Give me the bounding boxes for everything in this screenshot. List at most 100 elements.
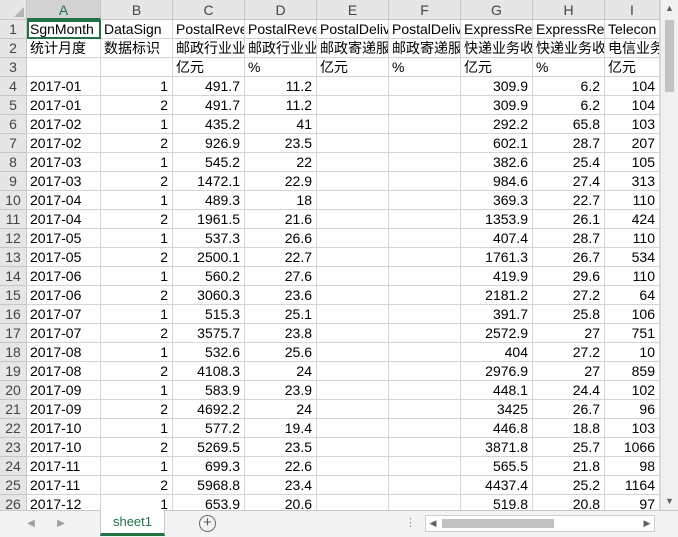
cell-h23[interactable]: 25.7: [533, 438, 605, 457]
cell-e12[interactable]: [317, 229, 389, 248]
cell-c8[interactable]: 545.2: [173, 153, 245, 172]
cell-a10[interactable]: 2017-04: [27, 191, 101, 210]
row-header[interactable]: 26: [0, 495, 27, 510]
cell-e6[interactable]: [317, 115, 389, 134]
cell-c20[interactable]: 583.9: [173, 381, 245, 400]
cell-g17[interactable]: 2572.9: [461, 324, 533, 343]
cell-b16[interactable]: 1: [101, 305, 173, 324]
cell-c26[interactable]: 653.9: [173, 495, 245, 510]
cell-a1[interactable]: SgnMonth: [27, 20, 101, 39]
cell-h1[interactable]: ExpressRev: [533, 20, 605, 39]
column-header-g[interactable]: G: [461, 0, 533, 20]
cell-f20[interactable]: [389, 381, 461, 400]
cell-d4[interactable]: 11.2: [245, 77, 317, 96]
cell-i9[interactable]: 313: [605, 172, 660, 191]
row-header[interactable]: 19: [0, 362, 27, 381]
cell-b3[interactable]: [101, 58, 173, 77]
cell-i12[interactable]: 110: [605, 229, 660, 248]
cell-c14[interactable]: 560.2: [173, 267, 245, 286]
cell-e7[interactable]: [317, 134, 389, 153]
cell-a6[interactable]: 2017-02: [27, 115, 101, 134]
cell-d8[interactable]: 22: [245, 153, 317, 172]
cell-h20[interactable]: 24.4: [533, 381, 605, 400]
cell-d25[interactable]: 23.4: [245, 476, 317, 495]
row-header[interactable]: 6: [0, 115, 27, 134]
tab-splitter-icon[interactable]: ⋮: [405, 516, 416, 529]
cell-d2[interactable]: 邮政行业业: [245, 39, 317, 58]
cell-b17[interactable]: 2: [101, 324, 173, 343]
cell-e8[interactable]: [317, 153, 389, 172]
cell-b18[interactable]: 1: [101, 343, 173, 362]
cell-i4[interactable]: 104: [605, 77, 660, 96]
cell-g21[interactable]: 3425: [461, 400, 533, 419]
cell-a14[interactable]: 2017-06: [27, 267, 101, 286]
cell-e13[interactable]: [317, 248, 389, 267]
cell-c4[interactable]: 491.7: [173, 77, 245, 96]
cell-i26[interactable]: 97: [605, 495, 660, 510]
cell-c5[interactable]: 491.7: [173, 96, 245, 115]
cell-g23[interactable]: 3871.8: [461, 438, 533, 457]
cell-e17[interactable]: [317, 324, 389, 343]
cell-h16[interactable]: 25.8: [533, 305, 605, 324]
cell-g12[interactable]: 407.4: [461, 229, 533, 248]
cell-e24[interactable]: [317, 457, 389, 476]
cell-f26[interactable]: [389, 495, 461, 510]
cell-a19[interactable]: 2017-08: [27, 362, 101, 381]
cell-c24[interactable]: 699.3: [173, 457, 245, 476]
row-header[interactable]: 3: [0, 58, 27, 77]
cell-g5[interactable]: 309.9: [461, 96, 533, 115]
row-header[interactable]: 16: [0, 305, 27, 324]
column-header-a[interactable]: A: [27, 0, 101, 20]
cell-i11[interactable]: 424: [605, 210, 660, 229]
cell-b13[interactable]: 2: [101, 248, 173, 267]
cell-d16[interactable]: 25.1: [245, 305, 317, 324]
cell-f17[interactable]: [389, 324, 461, 343]
cell-a13[interactable]: 2017-05: [27, 248, 101, 267]
vertical-scroll-thumb[interactable]: [665, 20, 674, 92]
cell-b8[interactable]: 1: [101, 153, 173, 172]
cell-a15[interactable]: 2017-06: [27, 286, 101, 305]
cell-i24[interactable]: 98: [605, 457, 660, 476]
column-header-b[interactable]: B: [101, 0, 173, 20]
cell-g1[interactable]: ExpressRev: [461, 20, 533, 39]
cell-a3[interactable]: [27, 58, 101, 77]
cell-g19[interactable]: 2976.9: [461, 362, 533, 381]
cell-b2[interactable]: 数据标识: [101, 39, 173, 58]
cell-i22[interactable]: 103: [605, 419, 660, 438]
cell-e10[interactable]: [317, 191, 389, 210]
row-header[interactable]: 7: [0, 134, 27, 153]
cell-c21[interactable]: 4692.2: [173, 400, 245, 419]
cell-a20[interactable]: 2017-09: [27, 381, 101, 400]
cell-g8[interactable]: 382.6: [461, 153, 533, 172]
cell-f8[interactable]: [389, 153, 461, 172]
cell-i16[interactable]: 106: [605, 305, 660, 324]
cell-b10[interactable]: 1: [101, 191, 173, 210]
cell-h5[interactable]: 6.2: [533, 96, 605, 115]
row-header[interactable]: 17: [0, 324, 27, 343]
cell-d12[interactable]: 26.6: [245, 229, 317, 248]
select-all-corner[interactable]: [0, 0, 27, 20]
cell-g20[interactable]: 448.1: [461, 381, 533, 400]
row-header[interactable]: 24: [0, 457, 27, 476]
column-header-e[interactable]: E: [317, 0, 389, 20]
cell-c15[interactable]: 3060.3: [173, 286, 245, 305]
cell-g26[interactable]: 519.8: [461, 495, 533, 510]
cell-g4[interactable]: 309.9: [461, 77, 533, 96]
cell-g13[interactable]: 1761.3: [461, 248, 533, 267]
row-header[interactable]: 23: [0, 438, 27, 457]
cell-f11[interactable]: [389, 210, 461, 229]
horizontal-scrollbar[interactable]: ◀ ▶: [425, 515, 655, 532]
cell-a11[interactable]: 2017-04: [27, 210, 101, 229]
row-header[interactable]: 18: [0, 343, 27, 362]
cell-d18[interactable]: 25.6: [245, 343, 317, 362]
cell-c17[interactable]: 3575.7: [173, 324, 245, 343]
scroll-up-icon[interactable]: ▲: [661, 0, 678, 17]
cell-f25[interactable]: [389, 476, 461, 495]
cell-a22[interactable]: 2017-10: [27, 419, 101, 438]
cell-i25[interactable]: 1164: [605, 476, 660, 495]
cell-f13[interactable]: [389, 248, 461, 267]
cell-e25[interactable]: [317, 476, 389, 495]
cell-d19[interactable]: 24: [245, 362, 317, 381]
cell-e16[interactable]: [317, 305, 389, 324]
cell-f6[interactable]: [389, 115, 461, 134]
